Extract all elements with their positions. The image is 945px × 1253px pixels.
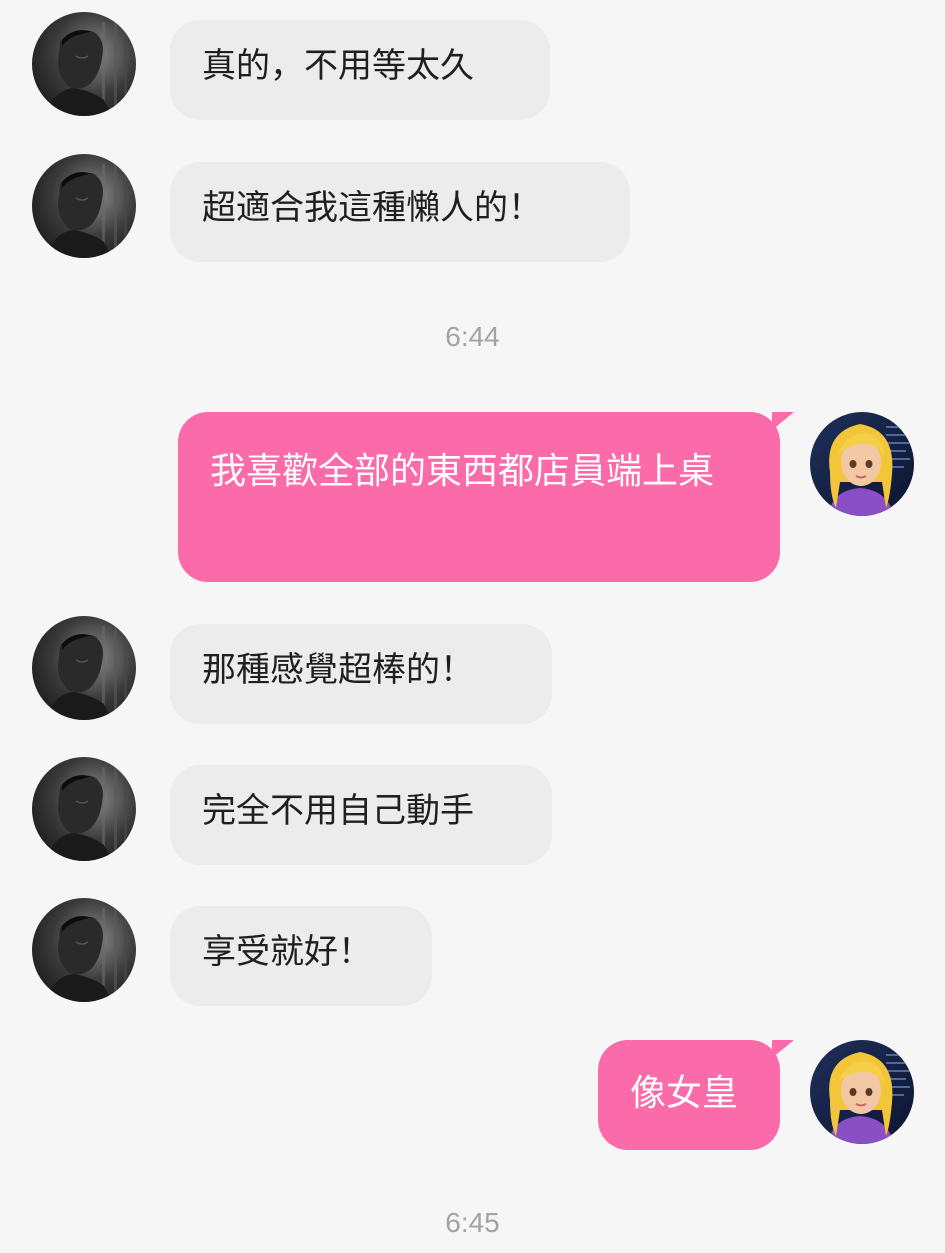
message-text: 超適合我這種懶人的！ bbox=[202, 188, 542, 228]
timestamp: 6:45 bbox=[445, 1207, 500, 1238]
man-avatar-icon bbox=[32, 898, 136, 1002]
man-avatar-icon bbox=[32, 12, 136, 116]
incoming-message-bubble[interactable]: 真的，不用等太久 bbox=[170, 20, 550, 120]
bubble-tail bbox=[772, 1040, 794, 1058]
incoming-message-bubble[interactable]: 完全不用自己動手 bbox=[170, 765, 552, 865]
message-text: 那種感覺超棒的！ bbox=[202, 650, 474, 690]
contact-avatar[interactable] bbox=[32, 154, 136, 258]
message-text: 我喜歡全部的東西都店員端上桌 bbox=[210, 451, 715, 492]
incoming-message-bubble[interactable]: 那種感覺超棒的！ bbox=[170, 624, 552, 724]
message-text: 享受就好！ bbox=[202, 932, 372, 972]
man-avatar-icon bbox=[32, 154, 136, 258]
contact-avatar[interactable] bbox=[32, 12, 136, 116]
message-text: 完全不用自己動手 bbox=[202, 791, 474, 831]
timestamp: 6:44 bbox=[445, 321, 500, 352]
girl-avatar-icon bbox=[810, 1040, 914, 1144]
contact-avatar[interactable] bbox=[32, 757, 136, 861]
message-text: 像女皇 bbox=[630, 1073, 739, 1114]
message-text: 真的，不用等太久 bbox=[202, 46, 474, 86]
contact-avatar[interactable] bbox=[32, 616, 136, 720]
man-avatar-icon bbox=[32, 616, 136, 720]
user-avatar[interactable] bbox=[810, 1040, 914, 1144]
man-avatar-icon bbox=[32, 757, 136, 861]
girl-avatar-icon bbox=[810, 412, 914, 516]
incoming-message-bubble[interactable]: 超適合我這種懶人的！ bbox=[170, 162, 630, 262]
outgoing-message-bubble[interactable]: 像女皇 bbox=[598, 1040, 794, 1150]
contact-avatar[interactable] bbox=[32, 898, 136, 1002]
incoming-message-bubble[interactable]: 享受就好！ bbox=[170, 906, 432, 1006]
outgoing-message-bubble[interactable]: 我喜歡全部的東西都店員端上桌 bbox=[178, 412, 794, 582]
bubble-tail bbox=[772, 412, 794, 430]
user-avatar[interactable] bbox=[810, 412, 914, 516]
